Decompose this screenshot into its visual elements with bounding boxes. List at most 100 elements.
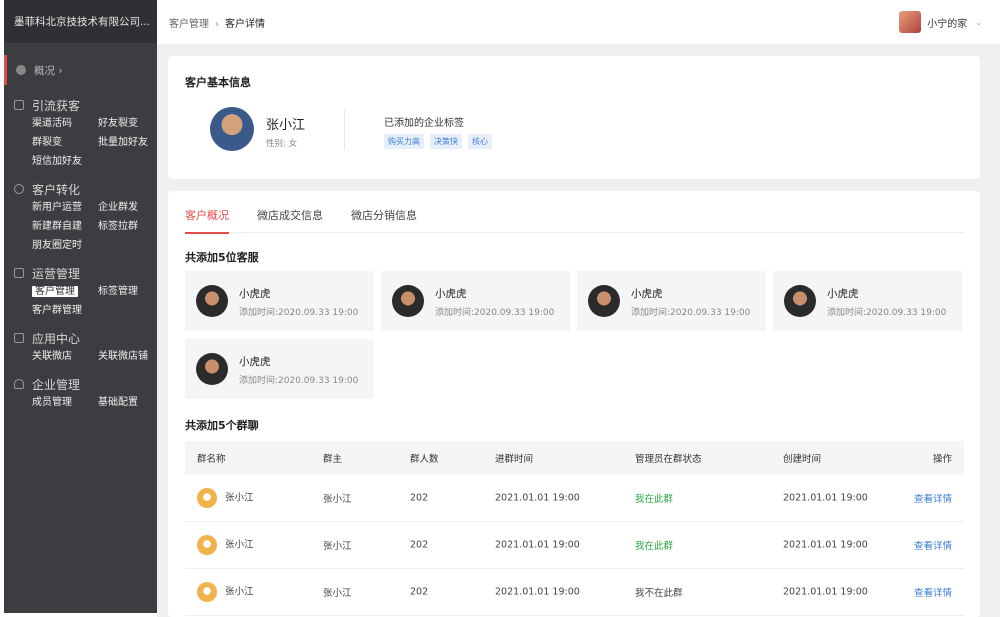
nav-group-enterprise: 企业管理 成员管理 基础配置 (4, 376, 157, 410)
sidebar-item-new-user-ops[interactable]: 新用户运营 (32, 200, 98, 215)
service-card[interactable]: 小虎虎 添加时间:2020.09.33 19:00 (185, 271, 374, 331)
table-row: 张小江 张小江 202 2021.01.01 19:00 我不在此群 2021.… (185, 569, 964, 616)
sidebar-item-tag-group[interactable]: 标签拉群 (98, 219, 164, 234)
group-count: 202 (410, 539, 429, 551)
admin-status: 我不在此群 (635, 588, 683, 599)
service-card[interactable]: 小虎虎 添加时间:2020.09.33 19:00 (773, 271, 962, 331)
group-owner: 张小江 (323, 494, 352, 505)
detail-card: 客户概况 微店成交信息 微店分销信息 共添加5位客服 小虎虎 添加时间:2020… (168, 191, 980, 617)
main-content: 客户基本信息 张小江 性别: 女 已添加的企业标签 购买力高 决策快 核心 客户… (157, 44, 1000, 617)
service-card[interactable]: 小虎虎 添加时间:2020.09.33 19:00 (381, 271, 570, 331)
conversion-icon (14, 184, 24, 194)
tag-badge: 决策快 (430, 134, 462, 149)
group-name-cell: 张小江 (197, 535, 254, 555)
nav-group-acquisition: 引流获客 渠道活码 好友裂变 群裂变 批量加好友 短信加好友 (4, 97, 157, 169)
group-count: 202 (410, 586, 429, 598)
section-title: 客户基本信息 (185, 76, 251, 89)
admin-status: 我在此群 (635, 541, 674, 552)
group-title: 引流获客 (32, 98, 81, 113)
group-name-cell: 张小江 (197, 488, 254, 508)
tag-badge: 核心 (468, 134, 492, 149)
sidebar-item-link-shop[interactable]: 关联微店铺 (98, 349, 164, 364)
column-header: 创建时间 (783, 454, 822, 465)
service-add-time: 添加时间:2020.09.33 19:00 (631, 308, 751, 318)
breadcrumb-current: 客户详情 (225, 18, 265, 30)
group-name: 张小江 (225, 586, 254, 598)
sidebar-item-friend-fission[interactable]: 好友裂变 (98, 116, 164, 131)
service-avatar (196, 353, 228, 385)
apps-grid-icon (14, 333, 24, 343)
service-avatar (784, 285, 816, 317)
sidebar-item-tag-mgmt[interactable]: 标签管理 (98, 284, 164, 299)
sidebar-item-mass-send[interactable]: 企业群发 (98, 200, 164, 215)
column-header: 群主 (323, 454, 343, 465)
join-time: 2021.01.01 19:00 (495, 586, 580, 598)
admin-status: 我在此群 (635, 494, 674, 505)
breadcrumb-parent[interactable]: 客户管理 (169, 19, 209, 30)
divider (344, 110, 345, 150)
group-avatar (197, 582, 217, 602)
table-row: 张小江 张小江 202 2021.01.01 19:00 我在此群 2021.0… (185, 522, 964, 569)
tab-bar: 客户概况 微店成交信息 微店分销信息 (185, 207, 964, 234)
service-card[interactable]: 小虎虎 添加时间:2020.09.33 19:00 (577, 271, 766, 331)
group-name-cell: 张小江 (197, 582, 254, 602)
sidebar-item-customer-group-mgmt[interactable]: 客户群管理 (32, 303, 98, 318)
column-header: 进群时间 (495, 454, 534, 465)
service-avatar (392, 285, 424, 317)
sidebar-item-customer-mgmt[interactable]: 客户管理 (32, 284, 98, 299)
sidebar-item-sms-add[interactable]: 短信加好友 (32, 154, 98, 169)
nav-group-operations: 运营管理 客户管理 标签管理 客户群管理 (4, 265, 157, 318)
created-time: 2021.01.01 19:00 (783, 586, 868, 598)
view-detail-link[interactable]: 查看详情 (914, 585, 952, 599)
service-add-time: 添加时间:2020.09.33 19:00 (435, 308, 555, 318)
group-table: 群名称 群主 群人数 进群时间 管理员在群状态 创建时间 操作 张小江 张小江 … (185, 441, 964, 616)
group-owner: 张小江 (323, 588, 352, 599)
group-count: 202 (410, 492, 429, 504)
tab-customer-overview[interactable]: 客户概况 (185, 207, 229, 234)
user-avatar (899, 11, 922, 33)
sidebar-item-channel-code[interactable]: 渠道活码 (32, 116, 98, 131)
group-name: 张小江 (225, 492, 254, 504)
breadcrumb: 客户管理 › 客户详情 (169, 15, 265, 30)
table-header: 群名称 群主 群人数 进群时间 管理员在群状态 创建时间 操作 (185, 441, 964, 475)
sidebar-item-batch-add[interactable]: 批量加好友 (98, 135, 164, 150)
tab-store-distribution[interactable]: 微店分销信息 (351, 207, 417, 233)
service-card[interactable]: 小虎虎 添加时间:2020.09.33 19:00 (185, 339, 374, 399)
sidebar-item-member-mgmt[interactable]: 成员管理 (32, 395, 98, 410)
created-time: 2021.01.01 19:00 (783, 539, 868, 551)
tag-badge: 购买力高 (384, 134, 424, 149)
table-row: 张小江 张小江 202 2021.01.01 19:00 我在此群 2021.0… (185, 475, 964, 522)
view-detail-link[interactable]: 查看详情 (914, 538, 952, 552)
customer-name: 张小江 (266, 118, 306, 133)
service-name: 小虎虎 (239, 356, 271, 368)
sidebar-item-moments-schedule[interactable]: 朋友圈定时 (32, 238, 98, 253)
service-add-time: 添加时间:2020.09.33 19:00 (239, 308, 359, 318)
group-title: 运营管理 (32, 266, 81, 281)
sidebar-item-label: 概况 › (34, 64, 63, 77)
company-name[interactable]: 墨菲科北京技技术有限公司... (4, 0, 157, 43)
join-time: 2021.01.01 19:00 (495, 539, 580, 551)
group-title: 应用中心 (32, 331, 81, 346)
enterprise-icon (14, 379, 24, 389)
view-detail-link[interactable]: 查看详情 (914, 491, 952, 505)
service-add-time: 添加时间:2020.09.33 19:00 (239, 376, 359, 386)
created-time: 2021.01.01 19:00 (783, 492, 868, 504)
column-header: 操作 (932, 454, 952, 465)
operations-icon (14, 268, 24, 278)
column-header: 群人数 (410, 454, 439, 465)
sidebar-item-overview[interactable]: 概况 › (4, 55, 157, 85)
tab-store-transactions[interactable]: 微店成交信息 (257, 207, 323, 233)
join-time: 2021.01.01 19:00 (495, 492, 580, 504)
sidebar-item-link-store[interactable]: 关联微店 (32, 349, 98, 364)
customer-avatar (210, 107, 254, 151)
enterprise-tags: 购买力高 决策快 核心 (384, 134, 492, 149)
tags-title: 已添加的企业标签 (384, 118, 464, 129)
service-name: 小虎虎 (239, 288, 271, 300)
service-avatar (196, 285, 228, 317)
sidebar-item-create-group[interactable]: 新建群自建 (32, 219, 98, 234)
user-menu[interactable]: 小宁的家 ⌄ (899, 11, 982, 33)
sidebar-item-basic-config[interactable]: 基础配置 (98, 395, 164, 410)
topbar: 客户管理 › 客户详情 小宁的家 ⌄ (157, 0, 1000, 44)
sidebar-item-group-fission[interactable]: 群裂变 (32, 135, 98, 150)
group-title: 客户转化 (32, 182, 81, 197)
